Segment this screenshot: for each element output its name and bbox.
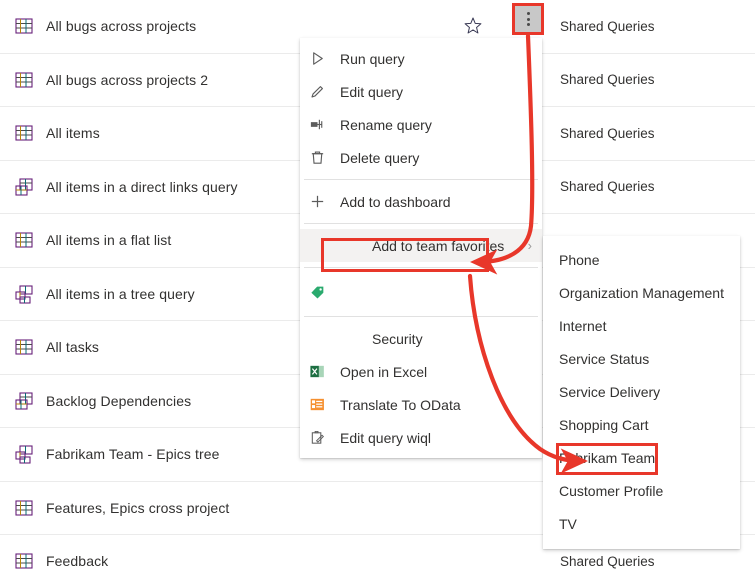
menu-separator: [304, 316, 538, 317]
menu-item-edit-query[interactable]: Edit query: [300, 75, 542, 108]
play-icon: [308, 50, 326, 68]
menu-item-add-to-team-favorites[interactable]: Add to team favorites ›: [300, 229, 542, 262]
menu-item-run-query[interactable]: Run query: [300, 42, 542, 75]
menu-item-security[interactable]: Security: [300, 322, 542, 355]
team-favorite-item[interactable]: Service Status: [543, 342, 740, 375]
query-name-label: All bugs across projects 2: [46, 71, 209, 88]
direct-links-query-icon: [12, 175, 36, 199]
menu-item-label: Run query: [340, 50, 405, 67]
menu-item-label: Rename query: [340, 116, 432, 133]
query-name-label: All items in a flat list: [46, 232, 172, 249]
team-favorite-label: Organization Management: [559, 284, 724, 301]
tag-icon: [308, 283, 326, 301]
rename-icon: [308, 116, 326, 134]
trash-icon: [308, 149, 326, 167]
query-folder-label: Shared Queries: [560, 18, 655, 34]
excel-icon: [308, 363, 326, 381]
flat-query-icon: [12, 228, 36, 252]
query-name-label: All bugs across projects: [46, 18, 197, 35]
team-favorite-label: Shopping Cart: [559, 416, 649, 433]
query-name-label: Fabrikam Team - Epics tree: [46, 446, 220, 463]
team-favorite-label: Phone: [559, 251, 600, 268]
team-favorite-item[interactable]: Phone: [543, 243, 740, 276]
query-name-label: Backlog Dependencies: [46, 392, 192, 409]
flat-query-icon: [12, 549, 36, 573]
menu-item-label: Translate To OData: [340, 396, 461, 413]
team-favorite-item[interactable]: Service Delivery: [543, 375, 740, 408]
screenshot-root: All bugs across projects Shared Queries Al…: [0, 0, 755, 583]
team-favorite-label: Fabrikam Team: [559, 449, 656, 466]
menu-item-translate-to-odata[interactable]: Translate To OData: [300, 388, 542, 421]
team-favorite-label: Service Status: [559, 350, 650, 367]
flat-query-icon: [12, 496, 36, 520]
flat-query-icon: [12, 121, 36, 145]
plus-icon: [308, 193, 326, 211]
team-favorite-item[interactable]: Fabrikam Team: [543, 441, 740, 474]
query-name-label: All items: [46, 125, 100, 142]
menu-separator: [304, 223, 538, 224]
menu-item-label: Open in Excel: [340, 363, 428, 380]
flat-query-icon: [12, 14, 36, 38]
query-name-label: All tasks: [46, 339, 100, 356]
menu-item-open-in-excel[interactable]: Open in Excel: [300, 355, 542, 388]
chevron-right-icon: ›: [527, 238, 532, 253]
menu-item-tag-icon[interactable]: [300, 273, 542, 311]
direct-links-query-icon: [12, 389, 36, 413]
menu-item-label: Security: [372, 330, 423, 347]
menu-item-label: Add to dashboard: [340, 193, 451, 210]
team-favorite-item[interactable]: Internet: [543, 309, 740, 342]
menu-separator: [304, 179, 538, 180]
query-folder-label: Shared Queries: [560, 553, 655, 569]
flat-query-icon: [12, 335, 36, 359]
menu-item-add-to-dashboard[interactable]: Add to dashboard: [300, 185, 542, 218]
menu-item-label: Add to team favorites: [372, 237, 505, 254]
menu-item-edit-query-wiql[interactable]: Edit query wiql: [300, 421, 542, 454]
team-favorite-item[interactable]: Organization Management: [543, 276, 740, 309]
more-actions-ellipsis-icon[interactable]: [513, 4, 543, 34]
query-folder-label: Shared Queries: [560, 72, 655, 88]
team-favorite-item[interactable]: TV: [543, 507, 740, 540]
query-name-label: Feedback: [46, 553, 109, 570]
query-context-menu[interactable]: Run query Edit query Rename query Delete qu…: [300, 38, 542, 458]
team-favorite-label: Customer Profile: [559, 482, 664, 499]
team-favorite-item[interactable]: Customer Profile: [543, 474, 740, 507]
menu-item-label: Edit query wiql: [340, 429, 432, 446]
query-name-label: All items in a tree query: [46, 285, 195, 302]
query-name-label: All items in a direct links query: [46, 178, 238, 195]
query-folder-label: Shared Queries: [560, 179, 655, 195]
team-favorites-submenu[interactable]: Phone Organization Management Internet Serv…: [543, 236, 740, 549]
menu-item-delete-query[interactable]: Delete query: [300, 141, 542, 174]
tree-query-icon: [12, 442, 36, 466]
menu-item-label: Delete query: [340, 149, 420, 166]
team-favorite-label: Internet: [559, 317, 607, 334]
no-icon: [308, 237, 326, 255]
tree-query-icon: [12, 282, 36, 306]
menu-item-rename-query[interactable]: Rename query: [300, 108, 542, 141]
favorite-star-icon[interactable]: [462, 15, 484, 37]
menu-item-label: Edit query: [340, 83, 404, 100]
menu-separator: [304, 267, 538, 268]
odata-icon: [308, 396, 326, 414]
no-icon: [308, 330, 326, 348]
flat-query-icon: [12, 68, 36, 92]
query-name-label: Features, Epics cross project: [46, 499, 230, 516]
team-favorite-label: TV: [559, 515, 577, 532]
team-favorite-item[interactable]: Shopping Cart: [543, 408, 740, 441]
query-folder-label: Shared Queries: [560, 125, 655, 141]
team-favorite-label: Service Delivery: [559, 383, 661, 400]
pencil-icon: [308, 83, 326, 101]
wiql-icon: [308, 429, 326, 447]
